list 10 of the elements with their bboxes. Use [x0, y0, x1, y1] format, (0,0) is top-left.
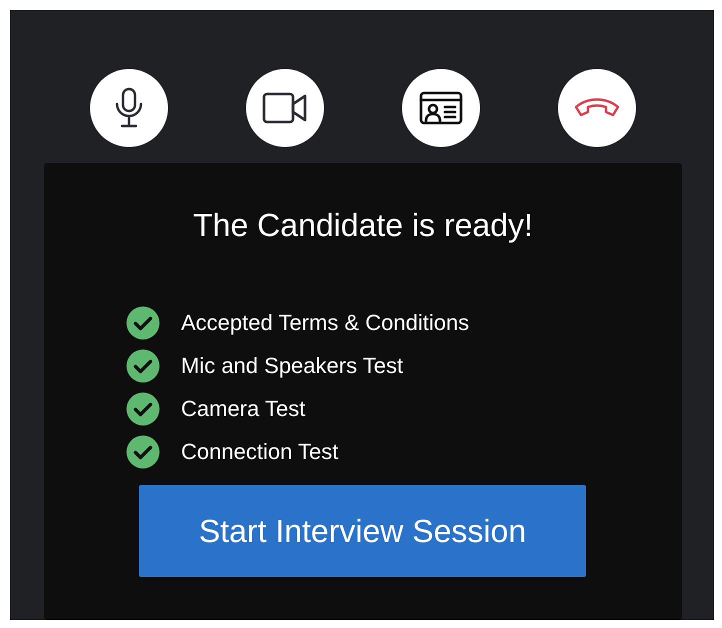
checklist-label: Accepted Terms & Conditions	[181, 310, 470, 336]
phone-hang-up-icon	[573, 97, 621, 119]
video-camera-icon	[262, 92, 308, 124]
card-title: The Candidate is ready!	[192, 206, 534, 245]
checklist-label: Connection Test	[181, 438, 338, 464]
start-session-button[interactable]: Start Interview Session	[139, 485, 586, 577]
checklist-label: Mic and Speakers Test	[181, 352, 404, 378]
checklist-label: Camera Test	[181, 396, 306, 422]
id-card-icon	[419, 91, 463, 125]
microphone-icon	[114, 87, 144, 129]
